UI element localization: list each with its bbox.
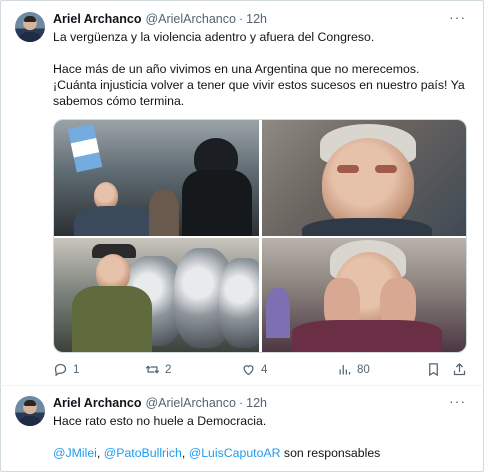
tweet-text-line: ¡Cuánta injusticia volver a tener que vi… <box>53 78 465 92</box>
tweet-text-line: La vergüenza y la violencia adentro y af… <box>53 30 375 44</box>
crying-elderly-woman-photo[interactable] <box>262 238 466 352</box>
share-button[interactable] <box>452 362 467 377</box>
author-name[interactable]: Ariel Archanco <box>53 12 141 26</box>
repost-count: 2 <box>165 363 172 376</box>
separator-dot: · <box>238 396 244 410</box>
author-handle[interactable]: @ArielArchanco <box>145 12 236 26</box>
like-button[interactable]: 4 <box>241 362 267 377</box>
separator-dot: · <box>238 12 244 26</box>
author-name[interactable]: Ariel Archanco <box>53 396 141 410</box>
mention-link[interactable]: @PatoBullrich <box>104 446 182 460</box>
tweet[interactable]: Ariel Archanco @ArielArchanco · 12h ··· … <box>0 386 484 472</box>
timestamp[interactable]: 12h <box>246 396 267 410</box>
heart-icon <box>243 365 254 376</box>
repost-icon <box>145 365 160 374</box>
tweet-text-line: sabemos cómo termina. <box>53 94 185 108</box>
repost-button[interactable]: 2 <box>145 362 171 377</box>
mention-link[interactable]: @LuisCaputoAR <box>189 446 281 460</box>
more-options-icon[interactable]: ··· <box>449 393 466 409</box>
timestamp[interactable]: 12h <box>246 12 267 26</box>
mention-separator: , <box>181 446 186 460</box>
mention-suffix: son responsables <box>283 446 381 460</box>
avatar[interactable] <box>15 12 45 42</box>
view-count: 80 <box>357 363 370 376</box>
bookmark-button[interactable] <box>426 362 441 377</box>
share-icon <box>453 362 466 376</box>
bookmark-icon <box>429 363 438 377</box>
mention-link[interactable]: @JMilei <box>53 446 97 460</box>
like-count: 4 <box>261 363 268 376</box>
elderly-man-facing-police-shields-photo[interactable] <box>54 238 259 352</box>
tweet-text: Hace rato esto no huele a Democracia. <box>53 414 267 428</box>
more-options-icon[interactable]: ··· <box>449 9 466 25</box>
tweet-header: Ariel Archanco @ArielArchanco · 12h <box>53 396 267 410</box>
mention-separator: , <box>96 446 101 460</box>
tweet[interactable]: Ariel Archanco @ArielArchanco · 12h ··· … <box>0 0 484 386</box>
tweet-actions: 1 2 4 80 <box>53 362 467 378</box>
tweet-mentions-line: @JMilei, @PatoBullrich, @LuisCaputoAR so… <box>53 446 380 460</box>
views-button[interactable]: 80 <box>337 362 370 377</box>
tweet-text-line: Hace más de un año vivimos en una Argent… <box>53 62 420 76</box>
injured-elderly-man-photo[interactable] <box>262 120 466 236</box>
police-and-protesters-photo[interactable] <box>54 120 259 236</box>
reply-count: 1 <box>73 363 80 376</box>
reply-icon <box>54 363 67 377</box>
media-grid <box>53 119 467 353</box>
author-handle[interactable]: @ArielArchanco <box>145 396 236 410</box>
tweet-header: Ariel Archanco @ArielArchanco · 12h <box>53 12 267 26</box>
views-icon <box>339 365 351 375</box>
reply-button[interactable]: 1 <box>53 362 79 377</box>
avatar[interactable] <box>15 396 45 426</box>
